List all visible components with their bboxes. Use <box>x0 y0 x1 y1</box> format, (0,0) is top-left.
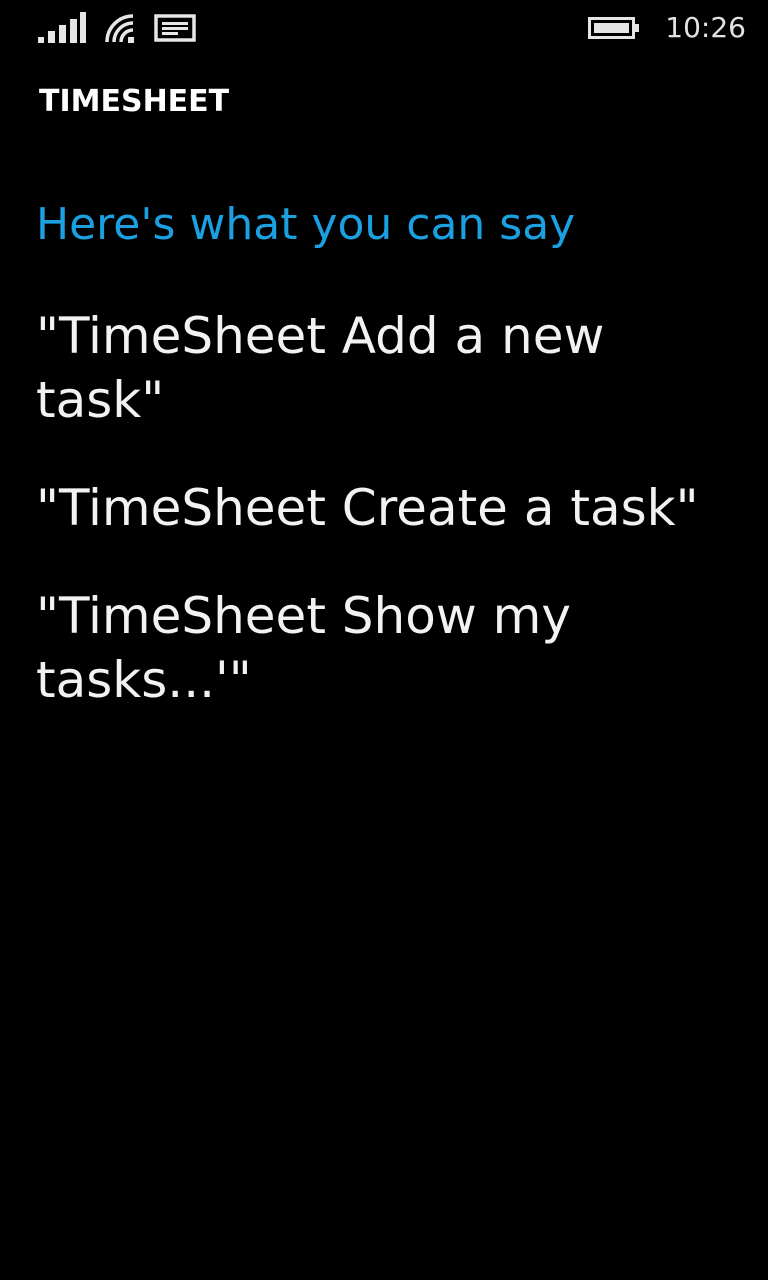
voice-command-item: "TimeSheet Show my tasks...'" <box>36 587 571 709</box>
voice-command-list: "TimeSheet Add a new task" "TimeSheet Cr… <box>36 304 736 756</box>
signal-strength-icon <box>38 12 86 43</box>
message-icon <box>154 14 196 42</box>
battery-icon <box>588 17 639 39</box>
voice-command-item: "TimeSheet Create a task" <box>36 479 699 537</box>
wifi-icon <box>105 14 134 43</box>
voice-command-item: "TimeSheet Add a new task" <box>36 307 605 429</box>
voice-commands-heading: Here's what you can say <box>36 199 576 250</box>
status-bar: 10:26 <box>0 0 768 56</box>
app-title: TIMESHEET <box>39 84 230 119</box>
status-clock: 10:26 <box>665 11 746 44</box>
